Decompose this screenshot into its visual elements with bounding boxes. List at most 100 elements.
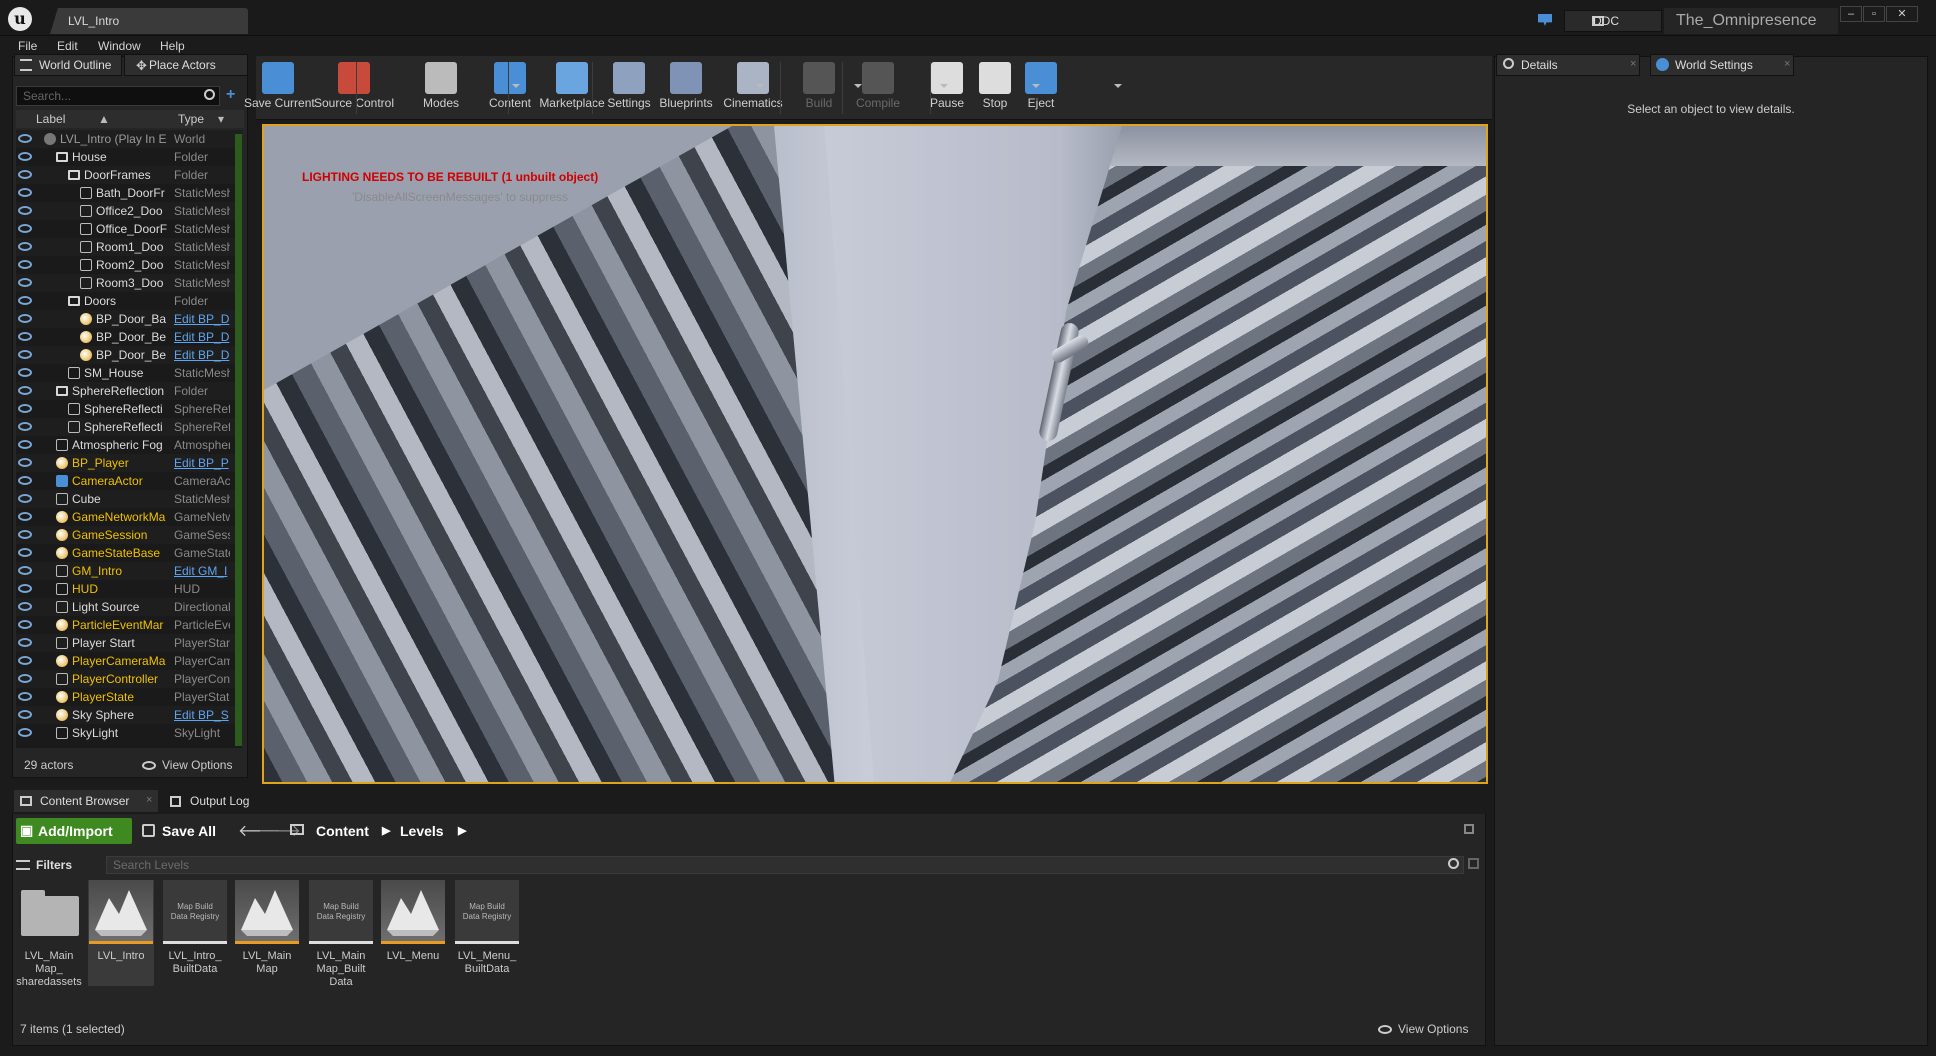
outliner-row[interactable]: SphereReflection Folder — [16, 382, 242, 400]
tab-output-log[interactable]: Output Log — [164, 790, 308, 812]
visibility-eye-icon[interactable] — [18, 368, 32, 377]
visibility-eye-icon[interactable] — [18, 188, 32, 197]
toolbar-button-cinematics[interactable]: Cinematics — [718, 58, 788, 118]
outliner-row[interactable]: HUD HUD — [16, 580, 242, 598]
asset-tile[interactable]: LVL_Menu — [380, 880, 446, 963]
toolbar-button-pause[interactable]: Pause — [926, 58, 968, 118]
outliner-row[interactable]: BP_Player Edit BP_P — [16, 454, 242, 472]
visibility-eye-icon[interactable] — [18, 656, 32, 665]
dropdown-arrow-icon[interactable] — [854, 84, 862, 88]
outliner-row[interactable]: SM_House StaticMesh — [16, 364, 242, 382]
outliner-row[interactable]: Atmospheric Fog Atmospher — [16, 436, 242, 454]
visibility-eye-icon[interactable] — [18, 242, 32, 251]
outliner-view-options[interactable]: View Options — [162, 754, 232, 776]
outliner-row[interactable]: Doors Folder — [16, 292, 242, 310]
level-viewport[interactable]: LIGHTING NEEDS TO BE REBUILT (1 unbuilt … — [262, 124, 1488, 784]
outliner-row[interactable]: BP_Door_Be Edit BP_D — [16, 328, 242, 346]
visibility-eye-icon[interactable] — [18, 710, 32, 719]
close-tab-icon[interactable]: × — [146, 794, 152, 806]
visibility-eye-icon[interactable] — [18, 674, 32, 683]
content-search-input[interactable]: Search Levels — [106, 856, 1464, 874]
close-button[interactable]: ✕ — [1886, 6, 1918, 22]
visibility-eye-icon[interactable] — [18, 620, 32, 629]
close-tab-icon[interactable]: × — [1784, 58, 1790, 70]
outliner-row[interactable]: CameraActor CameraAc — [16, 472, 242, 490]
outliner-row[interactable]: GameSession GameSess — [16, 526, 242, 544]
asset-tile[interactable]: Map Build Data Registry LVL_Menu_ BuiltDa… — [454, 880, 520, 976]
dropdown-arrow-icon[interactable] — [1032, 84, 1040, 88]
tab-content-browser[interactable]: Content Browser — [14, 790, 158, 812]
outliner-row[interactable]: PlayerState PlayerState — [16, 688, 242, 706]
visibility-eye-icon[interactable] — [18, 224, 32, 233]
visibility-eye-icon[interactable] — [18, 692, 32, 701]
asset-tile[interactable]: Map Build Data Registry LVL_Intro_ BuiltD… — [162, 880, 228, 976]
visibility-eye-icon[interactable] — [18, 476, 32, 485]
save-search-icon[interactable] — [1468, 858, 1479, 869]
outliner-row[interactable]: Room2_Doo StaticMesh — [16, 256, 242, 274]
outliner-row[interactable]: Room1_Doo StaticMesh — [16, 238, 242, 256]
visibility-eye-icon[interactable] — [18, 422, 32, 431]
outliner-row[interactable]: PlayerCameraMa PlayerCam — [16, 652, 242, 670]
filters-button[interactable]: Filters — [36, 854, 72, 876]
visibility-eye-icon[interactable] — [18, 458, 32, 467]
toolbar-button-compile[interactable]: Compile — [842, 58, 914, 118]
visibility-eye-icon[interactable] — [18, 440, 32, 449]
column-dropdown-icon[interactable]: ▾ — [218, 110, 224, 128]
dropdown-arrow-icon[interactable] — [512, 84, 520, 88]
outliner-row[interactable]: House Folder — [16, 148, 242, 166]
minimize-button[interactable]: – — [1840, 6, 1862, 22]
outliner-row[interactable]: Bath_DoorFr StaticMesh — [16, 184, 242, 202]
outliner-row-type[interactable]: Edit BP_P — [174, 454, 230, 472]
dropdown-arrow-icon[interactable] — [1114, 84, 1122, 88]
outliner-row[interactable]: PlayerController PlayerCont — [16, 670, 242, 688]
dropdown-arrow-icon[interactable] — [432, 84, 440, 88]
dropdown-arrow-icon[interactable] — [756, 84, 764, 88]
breadcrumb-content[interactable]: Content — [316, 818, 369, 844]
breadcrumb-levels[interactable]: Levels — [400, 818, 444, 844]
visibility-eye-icon[interactable] — [18, 512, 32, 521]
visibility-eye-icon[interactable] — [18, 260, 32, 269]
outliner-row[interactable]: SphereReflecti SphereRefl — [16, 418, 242, 436]
breadcrumb-chevron-icon[interactable]: ▶ — [458, 818, 466, 844]
level-document-tab[interactable]: LVL_Intro — [50, 8, 248, 34]
visibility-eye-icon[interactable] — [18, 134, 32, 143]
visibility-eye-icon[interactable] — [18, 404, 32, 413]
outliner-row-type[interactable]: Edit BP_D — [174, 310, 230, 328]
menu-file[interactable]: File — [18, 37, 37, 55]
outliner-row[interactable]: Light Source Directional — [16, 598, 242, 616]
outliner-row[interactable]: SkyLight SkyLight — [16, 724, 242, 742]
outliner-row[interactable]: Room3_Doo StaticMesh — [16, 274, 242, 292]
toolbar-button-content[interactable]: Content — [486, 58, 534, 118]
outliner-row-type[interactable]: Edit BP_S — [174, 706, 230, 724]
outliner-row[interactable]: Sky Sphere Edit BP_S — [16, 706, 242, 724]
toolbar-button-source-control[interactable]: Source Control — [312, 58, 396, 118]
menu-window[interactable]: Window — [98, 37, 141, 55]
outliner-row[interactable]: SphereReflecti SphereRefl — [16, 400, 242, 418]
dropdown-arrow-icon[interactable] — [940, 84, 948, 88]
asset-tile[interactable]: LVL_Main Map_ sharedassets — [16, 880, 82, 989]
outliner-row[interactable]: GM_Intro Edit GM_I — [16, 562, 242, 580]
outliner-row[interactable]: GameNetworkMa GameNetw — [16, 508, 242, 526]
add-import-button[interactable]: Add/Import — [16, 818, 132, 844]
menu-help[interactable]: Help — [160, 37, 185, 55]
toolbar-button-stop[interactable]: Stop — [974, 58, 1016, 118]
visibility-eye-icon[interactable] — [18, 314, 32, 323]
outliner-row-type[interactable]: Edit BP_D — [174, 328, 230, 346]
visibility-eye-icon[interactable] — [18, 278, 32, 287]
add-folder-icon[interactable]: + — [226, 86, 235, 104]
visibility-eye-icon[interactable] — [18, 206, 32, 215]
toolbar-button-eject[interactable]: Eject — [1020, 58, 1062, 118]
close-tab-icon[interactable]: × — [1630, 58, 1636, 70]
visibility-eye-icon[interactable] — [18, 170, 32, 179]
tab-world-settings[interactable]: World Settings — [1650, 54, 1794, 76]
visibility-eye-icon[interactable] — [18, 548, 32, 557]
visibility-eye-icon[interactable] — [18, 386, 32, 395]
outliner-row[interactable]: Office_DoorF StaticMesh — [16, 220, 242, 238]
visibility-eye-icon[interactable] — [18, 584, 32, 593]
outliner-row[interactable]: Office2_Doo StaticMesh — [16, 202, 242, 220]
visibility-eye-icon[interactable] — [18, 602, 32, 611]
toolbar-button-save-current[interactable]: Save Current — [244, 58, 315, 118]
visibility-eye-icon[interactable] — [18, 494, 32, 503]
outliner-search-input[interactable]: Search... — [16, 86, 220, 106]
toolbar-button-modes[interactable]: Modes — [412, 58, 470, 118]
